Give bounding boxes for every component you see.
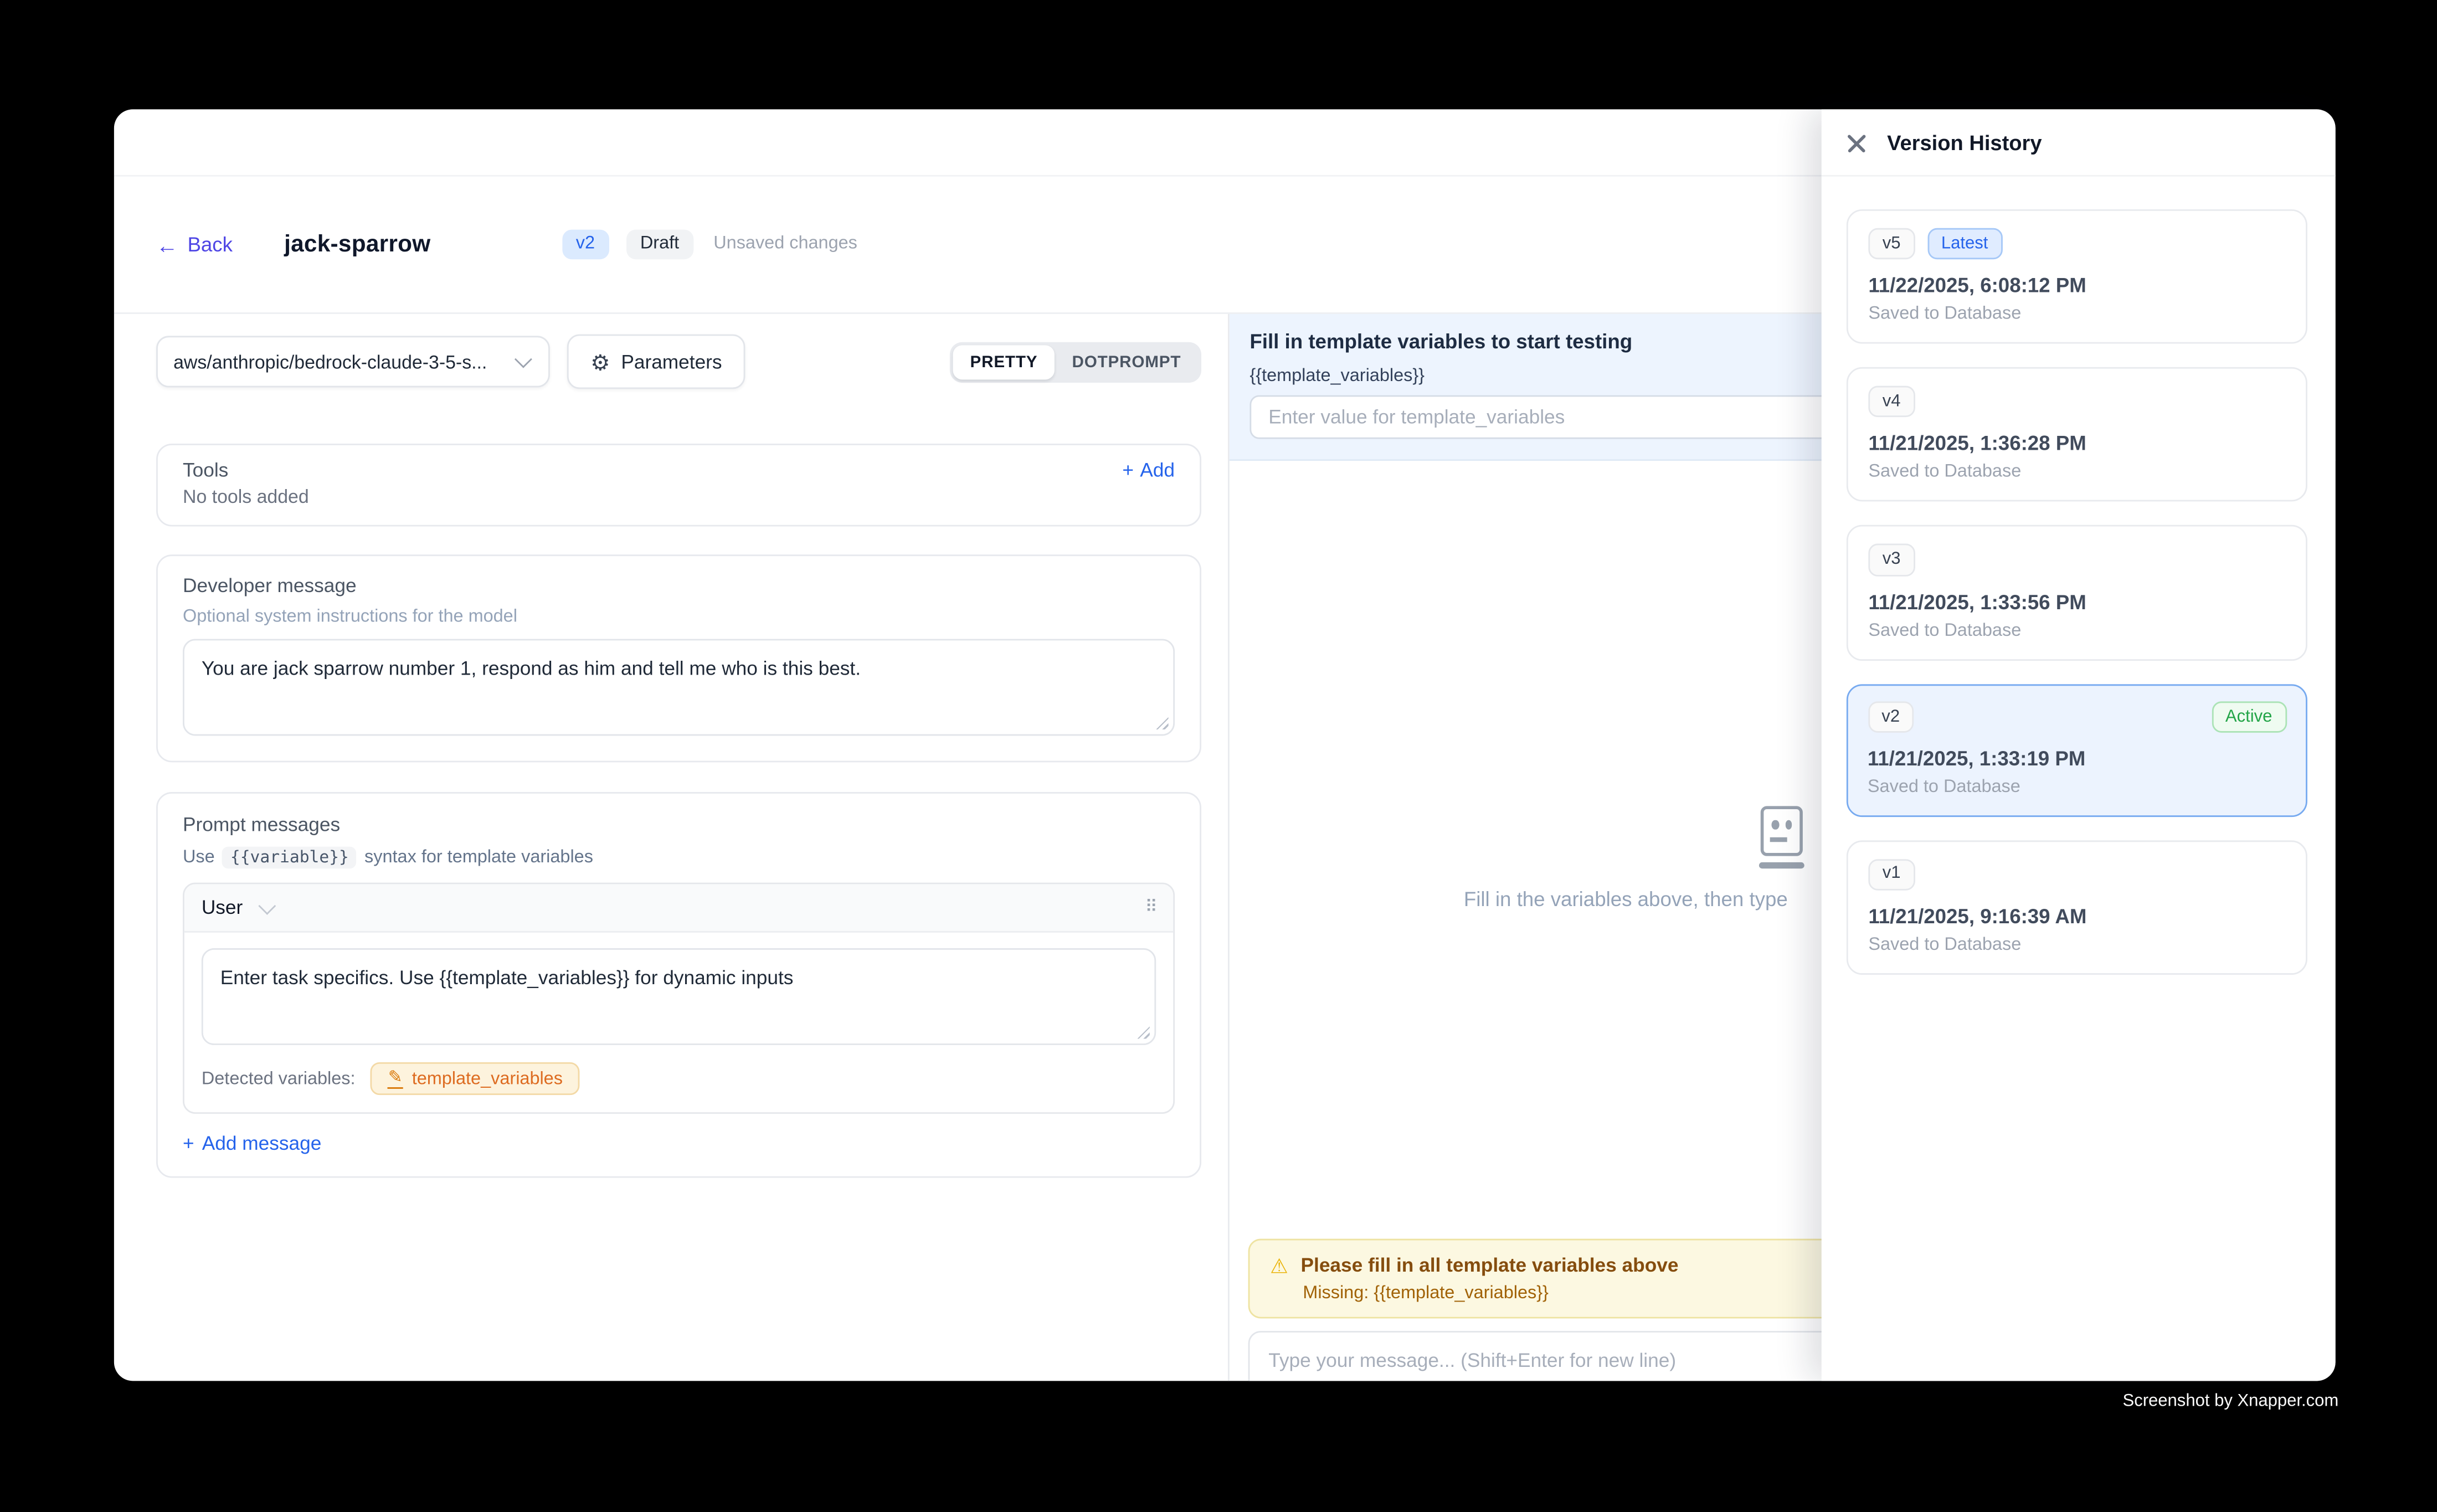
prompt-messages-label: Prompt messages	[183, 814, 1175, 835]
message-body: Enter task specifics. Use {{template_var…	[184, 933, 1173, 1113]
tools-header: Tools + Add	[183, 459, 1175, 481]
version-number-badge: v5	[1868, 228, 1915, 260]
version-history-panel: Version History v5 Latest 11/22/2025, 6:…	[1822, 109, 2336, 1381]
add-message-label: Add message	[202, 1133, 322, 1154]
resize-grip-icon[interactable]	[1156, 717, 1169, 730]
detected-variables-row: Detected variables: ✎ template_variables	[202, 1062, 1156, 1095]
prompt-messages-card: Prompt messages Use {{variable}} syntax …	[156, 792, 1201, 1178]
variable-syntax-chip: {{variable}}	[223, 847, 357, 868]
developer-message-value: You are jack sparrow number 1, respond a…	[202, 657, 861, 679]
version-badge: v2	[562, 229, 609, 260]
version-number-badge: v1	[1868, 859, 1915, 891]
version-history-title: Version History	[1887, 131, 2042, 154]
draft-badge: Draft	[626, 229, 693, 260]
developer-message-card: Developer message Optional system instru…	[156, 554, 1201, 762]
back-label: Back	[187, 233, 233, 256]
version-timestamp: 11/21/2025, 1:36:28 PM	[1868, 432, 2285, 455]
tools-card: Tools + Add No tools added	[156, 444, 1201, 526]
header-badges: v2 Draft Unsaved changes	[562, 229, 857, 260]
chevron-down-icon	[515, 351, 532, 368]
back-arrow-icon: ←	[156, 234, 178, 255]
back-button[interactable]: ← Back	[156, 233, 233, 256]
version-card-v4[interactable]: v4 11/21/2025, 1:36:28 PM Saved to Datab…	[1847, 367, 2307, 502]
prompt-message-block: User ⠿ Enter task specifics. Use {{templ…	[183, 883, 1175, 1114]
prompt-message-value: Enter task specifics. Use {{template_var…	[220, 967, 794, 989]
version-status: Saved to Database	[1868, 621, 2285, 640]
empty-state-text: Fill in the variables above, then type	[1464, 887, 1788, 911]
parameters-button[interactable]: ⚙ Parameters	[567, 335, 746, 389]
version-card-v5[interactable]: v5 Latest 11/22/2025, 6:08:12 PM Saved t…	[1847, 209, 2307, 344]
toggle-dotprompt[interactable]: DOTPROMPT	[1055, 344, 1198, 379]
latest-badge: Latest	[1927, 228, 2002, 260]
tools-label: Tools	[183, 459, 228, 481]
hint-suffix: syntax for template variables	[364, 848, 593, 867]
version-list: v5 Latest 11/22/2025, 6:08:12 PM Saved t…	[1822, 177, 2336, 998]
developer-message-label: Developer message	[183, 575, 1175, 596]
version-timestamp: 11/21/2025, 1:33:56 PM	[1868, 590, 2285, 613]
plus-icon: +	[183, 1133, 194, 1154]
hint-prefix: Use	[183, 848, 215, 867]
version-status: Saved to Database	[1868, 305, 2285, 324]
version-status: Saved to Database	[1868, 463, 2285, 482]
role-value: User	[202, 897, 243, 918]
version-timestamp: 11/21/2025, 1:33:19 PM	[1868, 747, 2286, 770]
unsaved-changes-label: Unsaved changes	[713, 235, 857, 254]
model-selector-value: aws/anthropic/bedrock-claude-3-5-s...	[173, 351, 505, 372]
version-card-v1[interactable]: v1 11/21/2025, 9:16:39 AM Saved to Datab…	[1847, 840, 2307, 975]
version-status: Saved to Database	[1868, 778, 2286, 797]
version-number-badge: v2	[1868, 702, 1914, 733]
version-card-v2-active[interactable]: v2 Active 11/21/2025, 1:33:19 PM Saved t…	[1847, 683, 2307, 816]
version-number-badge: v4	[1868, 386, 1915, 418]
add-tool-label: Add	[1140, 459, 1175, 481]
add-message-button[interactable]: + Add message	[183, 1133, 1175, 1154]
developer-message-textarea[interactable]: You are jack sparrow number 1, respond a…	[183, 639, 1175, 736]
view-mode-toggle: PRETTY DOTPROMPT	[950, 341, 1201, 382]
version-timestamp: 11/21/2025, 9:16:39 AM	[1868, 904, 2285, 928]
gear-icon: ⚙	[590, 351, 610, 372]
parameters-label: Parameters	[621, 351, 722, 372]
warning-icon: ⚠	[1270, 1255, 1288, 1276]
version-card-v3[interactable]: v3 11/21/2025, 1:33:56 PM Saved to Datab…	[1847, 526, 2307, 660]
active-badge: Active	[2212, 702, 2286, 733]
plus-icon: +	[1122, 459, 1134, 481]
prompt-message-textarea[interactable]: Enter task specifics. Use {{template_var…	[202, 948, 1156, 1045]
editor-panel: aws/anthropic/bedrock-claude-3-5-s... ⚙ …	[114, 314, 1230, 1381]
resize-grip-icon[interactable]	[1137, 1026, 1150, 1039]
detected-variable-name: template_variables	[412, 1069, 563, 1088]
warning-title: Please fill in all template variables ab…	[1301, 1254, 1679, 1276]
page-title: jack-sparrow	[284, 231, 430, 258]
version-status: Saved to Database	[1868, 935, 2285, 954]
message-role-header: User ⠿	[184, 884, 1173, 932]
model-selector[interactable]: aws/anthropic/bedrock-claude-3-5-s...	[156, 336, 550, 387]
developer-message-hint: Optional system instructions for the mod…	[183, 608, 1175, 626]
version-timestamp: 11/22/2025, 6:08:12 PM	[1868, 274, 2285, 297]
drag-handle-icon[interactable]: ⠿	[1145, 899, 1156, 916]
version-history-header: Version History	[1822, 109, 2336, 176]
add-tool-button[interactable]: + Add	[1122, 459, 1175, 481]
toggle-pretty[interactable]: PRETTY	[953, 344, 1055, 379]
detected-variable-chip[interactable]: ✎ template_variables	[371, 1062, 580, 1095]
robot-face-icon	[1759, 806, 1804, 868]
model-row: aws/anthropic/bedrock-claude-3-5-s... ⚙ …	[156, 335, 1201, 389]
tools-empty-text: No tools added	[183, 486, 1175, 507]
role-selector[interactable]: User	[202, 897, 277, 918]
close-icon[interactable]	[1847, 132, 1867, 152]
pencil-icon: ✎	[388, 1068, 403, 1089]
version-number-badge: v3	[1868, 544, 1915, 576]
xnapper-watermark: Screenshot by Xnapper.com	[2123, 1392, 2339, 1411]
detected-variables-label: Detected variables:	[202, 1069, 356, 1088]
screenshot-stage: ← Back jack-sparrow v2 Draft Unsaved cha…	[0, 0, 2437, 1512]
prompt-syntax-hint: Use {{variable}} syntax for template var…	[183, 847, 1175, 868]
chevron-down-icon	[259, 897, 276, 914]
